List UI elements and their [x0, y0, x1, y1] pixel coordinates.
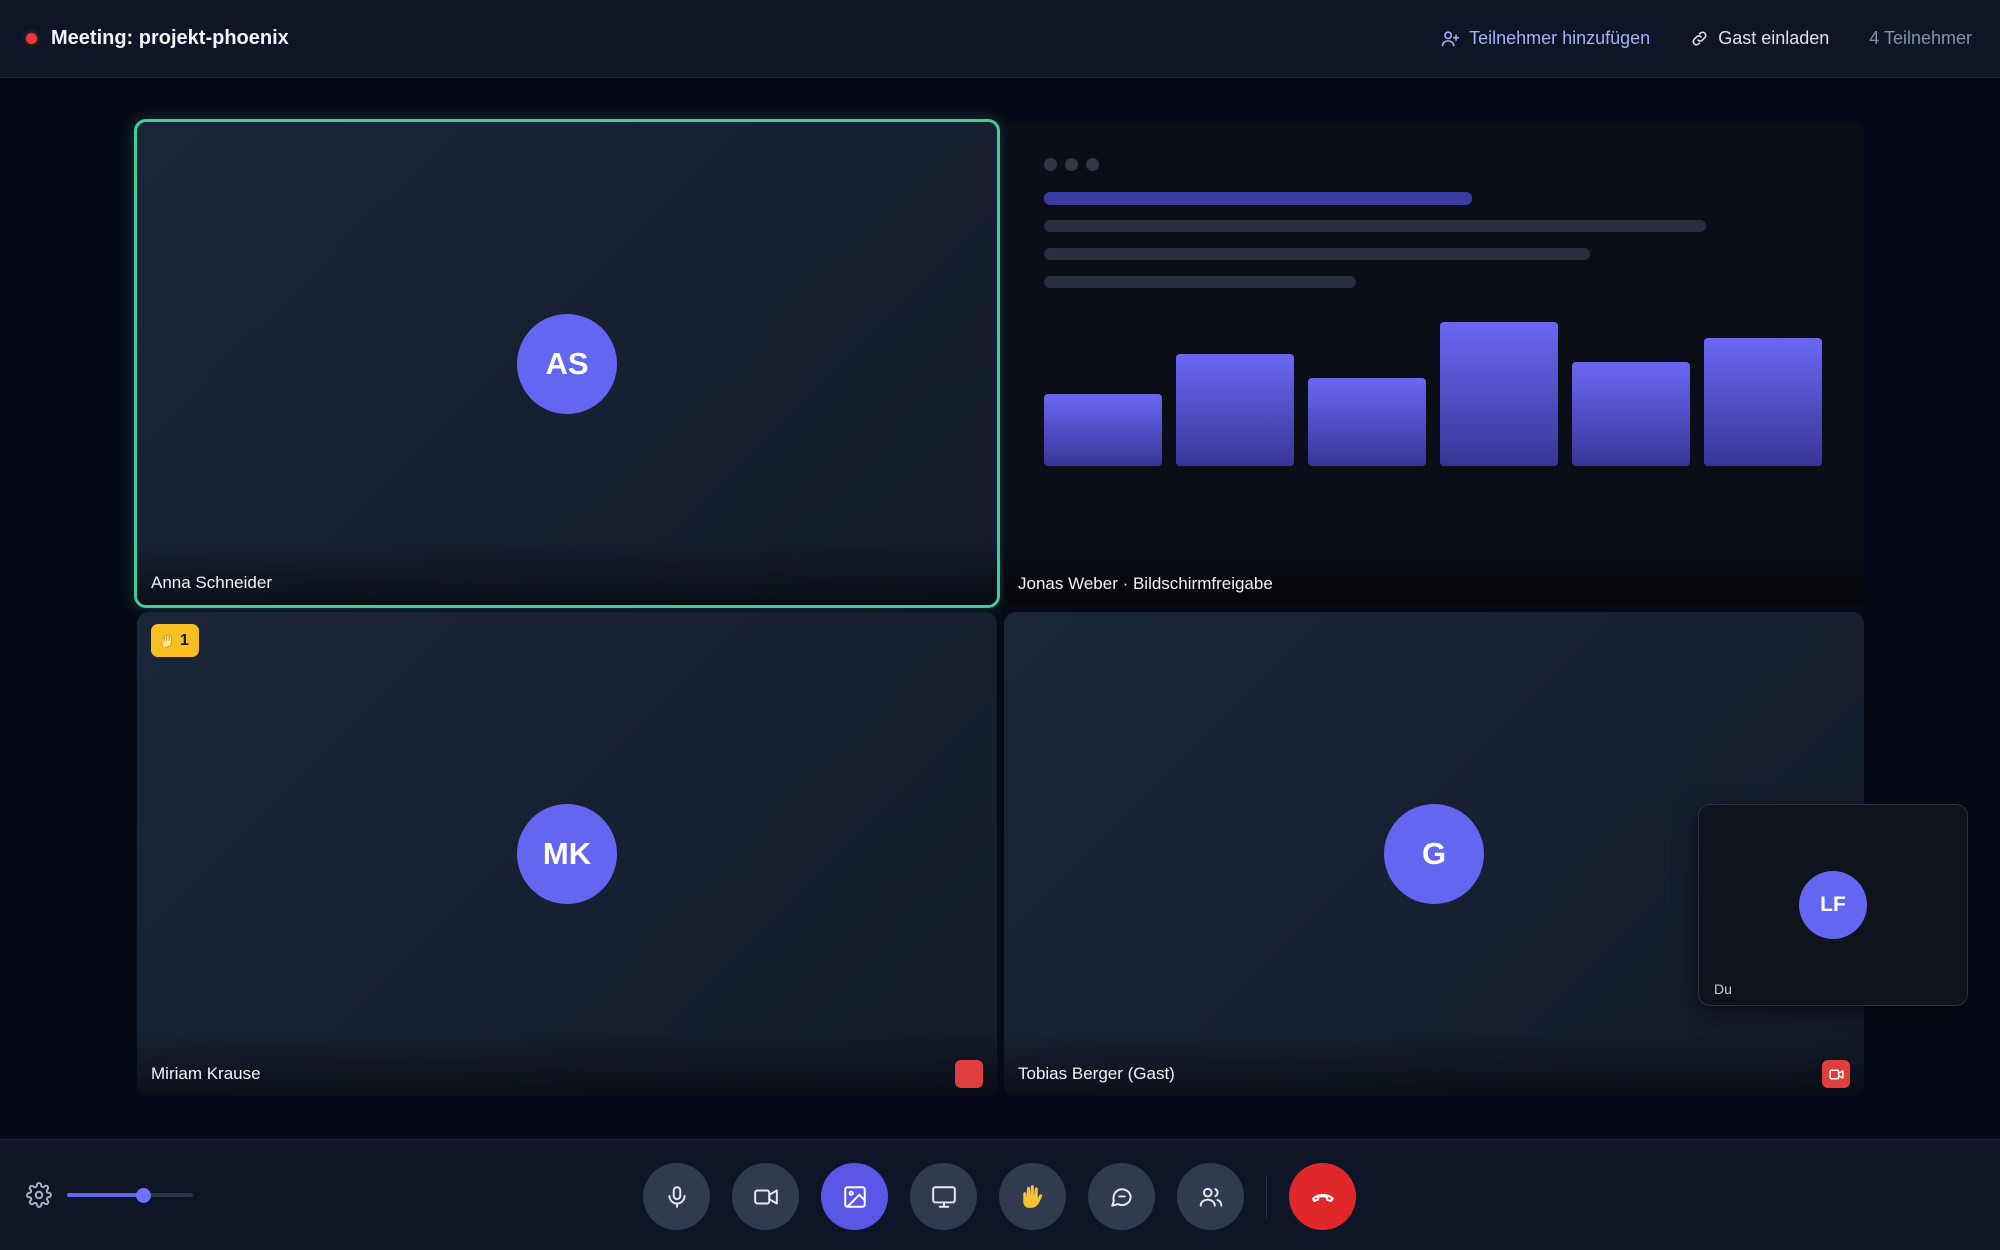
camera-icon	[753, 1189, 778, 1204]
hand-raised-count: 1	[180, 631, 189, 649]
meeting-title-group: Meeting: projekt-phoenix	[26, 27, 289, 50]
raise-hand-button[interactable]	[999, 1163, 1066, 1230]
recording-indicator-icon	[26, 33, 37, 44]
screen-share-tile[interactable]: Jonas Weber · Bildschirmfreigabe	[1004, 122, 1864, 606]
avatar: MK	[517, 804, 617, 904]
microphone-icon	[667, 1185, 686, 1208]
header-actions: Teilnehmer hinzufügen Gast einladen 4 Te…	[1441, 28, 1972, 49]
chart-bar	[1440, 322, 1558, 466]
background-button[interactable]	[821, 1163, 888, 1230]
chart-bar	[1044, 394, 1162, 466]
avatar: LF	[1799, 871, 1867, 939]
end-call-button[interactable]	[1289, 1163, 1356, 1230]
screen-share-icon	[931, 1185, 956, 1208]
participant-name: Miriam Krause	[151, 1064, 261, 1083]
waving-hand-icon	[161, 633, 172, 648]
settings-button[interactable]	[26, 1182, 52, 1208]
chart-bar	[1308, 378, 1426, 466]
participant-tile-anna[interactable]: AS Anna Schneider	[134, 119, 1000, 608]
avatar: AS	[517, 313, 617, 414]
gear-icon	[26, 1182, 52, 1208]
call-controls-bar	[0, 1139, 2000, 1250]
participants-button[interactable]	[1177, 1163, 1244, 1230]
participant-name: Jonas Weber · Bildschirmfreigabe	[1018, 574, 1273, 593]
camera-off-badge	[1822, 1060, 1850, 1088]
link-icon	[1692, 31, 1707, 46]
add-participant-label: Teilnehmer hinzufügen	[1469, 28, 1651, 48]
invite-guest-button[interactable]: Gast einladen	[1690, 28, 1829, 49]
add-participant-button[interactable]: Teilnehmer hinzufügen	[1441, 28, 1650, 49]
shared-bar-chart	[1044, 322, 1822, 466]
participant-name: Tobias Berger (Gast)	[1018, 1064, 1175, 1083]
participant-tile-miriam[interactable]: 1 MK Miriam Krause	[137, 612, 997, 1096]
camera-off-icon	[1828, 1069, 1844, 1079]
controls-divider	[1266, 1176, 1267, 1218]
participants-icon	[1199, 1187, 1222, 1207]
red-status-badge	[955, 1060, 983, 1088]
participant-count: 4 Teilnehmer	[1869, 28, 1972, 48]
chart-bar	[1572, 362, 1690, 466]
add-user-icon	[1441, 31, 1460, 47]
chart-bar	[1176, 354, 1294, 466]
camera-button[interactable]	[732, 1163, 799, 1230]
chat-button[interactable]	[1088, 1163, 1155, 1230]
end-call-icon	[1311, 1193, 1334, 1202]
screen-share-button[interactable]	[910, 1163, 977, 1230]
self-view-label: Du	[1714, 981, 1732, 997]
hand-raised-badge: 1	[151, 624, 199, 657]
volume-fill	[67, 1193, 143, 1197]
background-image-icon	[843, 1185, 866, 1208]
participant-name: Anna Schneider	[151, 573, 272, 592]
name-gradient	[137, 1032, 997, 1096]
top-bar: Meeting: projekt-phoenix Teilnehmer hinz…	[0, 0, 2000, 78]
invite-guest-label: Gast einladen	[1718, 28, 1830, 48]
self-view[interactable]: LF Du	[1698, 804, 1968, 1006]
chart-bar	[1704, 338, 1822, 466]
meeting-title: Meeting: projekt-phoenix	[51, 27, 289, 49]
raise-hand-icon	[1022, 1184, 1042, 1208]
avatar: G	[1384, 804, 1484, 904]
volume-slider[interactable]	[67, 1188, 193, 1203]
chat-icon	[1110, 1187, 1132, 1207]
microphone-button[interactable]	[643, 1163, 710, 1230]
volume-thumb[interactable]	[135, 1188, 151, 1203]
